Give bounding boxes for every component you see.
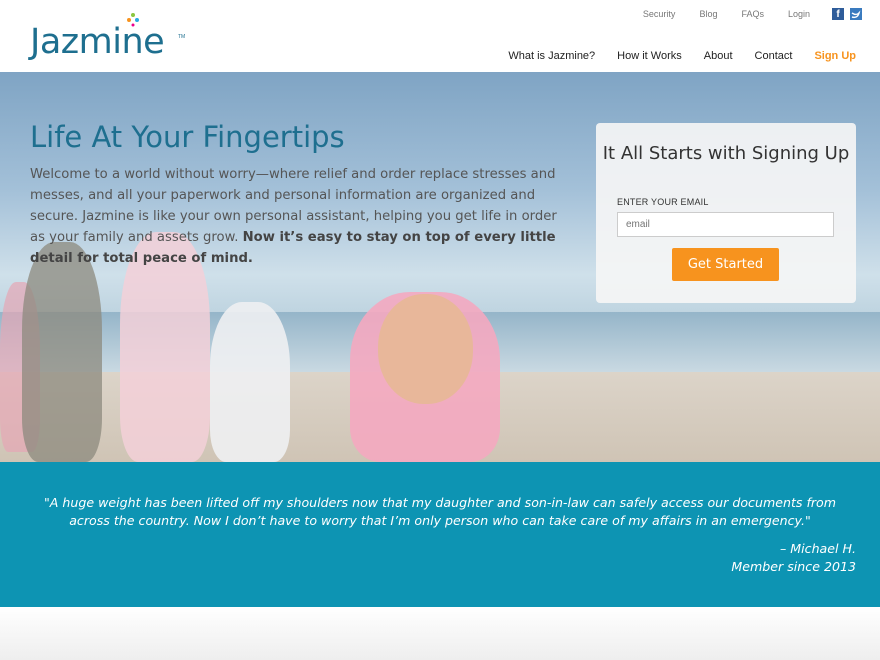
testimonial-author: – Michael H. [779,541,856,556]
nav-contact[interactable]: Contact [755,50,793,62]
logo-wordmark: Jazmine [30,22,165,62]
email-label: ENTER YOUR EMAIL [617,197,709,207]
utility-nav: Security Blog FAQs Login f [619,8,862,20]
testimonial-member-since: Member since 2013 [731,559,856,574]
hero-description: Welcome to a world without worry—where r… [30,164,575,269]
facebook-icon[interactable]: f [832,8,844,20]
nav-what-is-jazmine[interactable]: What is Jazmine? [508,50,595,62]
hero-family-photo [22,242,102,462]
main-nav: What is Jazmine? How it Works About Cont… [486,50,856,62]
footer-band [0,607,880,660]
nav-how-it-works[interactable]: How it Works [617,50,682,62]
logo-trademark: TM [178,34,186,40]
nav-blog[interactable]: Blog [699,9,717,19]
email-input[interactable] [617,212,834,237]
nav-security[interactable]: Security [643,9,676,19]
social-links: f [826,8,862,20]
signup-card-title: It All Starts with Signing Up [602,143,850,164]
nav-sign-up[interactable]: Sign Up [814,50,856,62]
hero-family-photo [210,302,290,462]
nav-about[interactable]: About [704,50,733,62]
signup-card: It All Starts with Signing Up ENTER YOUR… [596,123,856,303]
site-header: Jazmine TM Security Blog FAQs Login f Wh… [0,0,880,72]
testimonial-section: "A huge weight has been lifted off my sh… [0,462,880,607]
testimonial-author-block: – Michael H. Member since 2013 [731,540,856,576]
testimonial-quote: "A huge weight has been lifted off my sh… [43,495,837,528]
hero-family-photo [378,294,473,404]
twitter-icon[interactable] [850,8,862,20]
nav-login[interactable]: Login [788,9,810,19]
get-started-button[interactable]: Get Started [672,248,779,281]
hero-title: Life At Your Fingertips [30,120,345,154]
nav-faqs[interactable]: FAQs [741,9,764,19]
